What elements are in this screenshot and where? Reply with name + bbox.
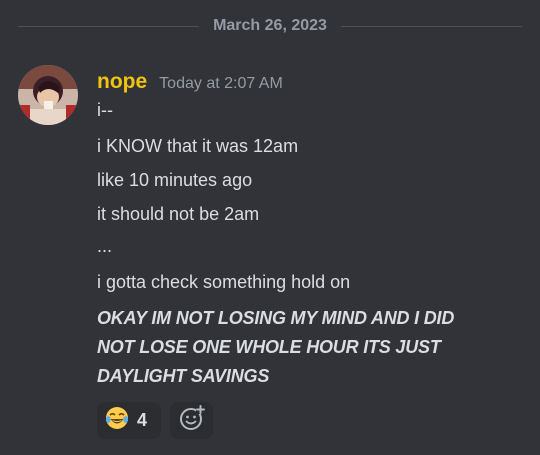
message-line: i-- [97, 100, 113, 120]
chat-view: March 26, 2023 nope Today at 2:07 AM i--… [0, 0, 540, 455]
message-line: i gotta check something hold on [97, 272, 351, 292]
message-header: nope Today at 2:07 AM [97, 70, 283, 96]
message-emphasis: OKAY IM NOT LOSING MY MIND AND I DID NOT… [97, 304, 517, 391]
timestamp: Today at 2:07 AM [159, 75, 283, 92]
reaction-count: 4 [137, 410, 148, 430]
message-line: it should not be 2am [97, 204, 260, 224]
message-emphasis-line: NOT LOSE ONE WHOLE HOUR ITS JUST [97, 337, 441, 357]
message-line: ... [97, 236, 113, 256]
message-line: like 10 minutes ago [97, 170, 253, 190]
divider-line-left [18, 25, 200, 27]
add-reaction-icon [179, 405, 205, 436]
message-line: i KNOW that it was 12am [97, 136, 299, 156]
message-emphasis-line: OKAY IM NOT LOSING MY MIND AND I DID [97, 308, 455, 328]
username[interactable]: nope [97, 70, 147, 94]
laughing-crying-icon [105, 406, 129, 435]
add-reaction-button[interactable] [170, 402, 213, 439]
message-emphasis-line: DAYLIGHT SAVINGS [97, 366, 270, 386]
divider-line-right [340, 25, 523, 27]
avatar[interactable] [18, 65, 78, 125]
date-divider: March 26, 2023 [18, 14, 523, 38]
reaction-laughing-crying[interactable]: 4 [97, 402, 161, 439]
divider-date: March 26, 2023 [213, 17, 327, 34]
